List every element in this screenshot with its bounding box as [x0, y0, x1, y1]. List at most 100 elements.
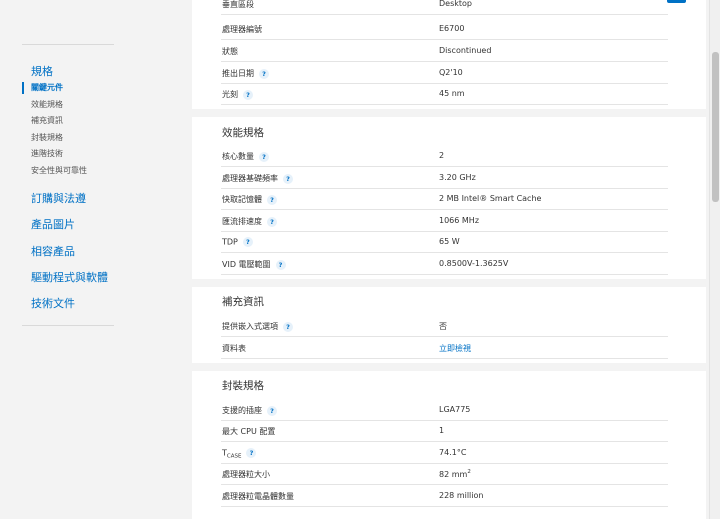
row-value: E6700 [439, 24, 465, 33]
row-value-text: 82 mm [439, 470, 468, 479]
row-label-text: 提供嵌入式選項 [222, 322, 278, 331]
row-label: 處理器基礎頻率? [222, 173, 293, 184]
row-value: 3.20 GHz [439, 173, 476, 182]
table-row: 最大 CPU 配置 1 [221, 420, 668, 442]
row-label: 處理器粒大小 [222, 470, 270, 479]
row-label: 提供嵌入式選項? [222, 321, 293, 332]
row-value: Discontinued [439, 46, 492, 55]
row-label: 光刻? [222, 89, 253, 100]
table-row: 處理器粒電晶體數量 228 million [221, 485, 668, 507]
row-label: VID 電壓範圍? [222, 259, 286, 270]
sidebar-item-key-components[interactable]: 關鍵元件 [22, 80, 87, 97]
spec-panel: 垂直區段 Desktop 處理器編號 E6700 狀態 Discontinued… [192, 0, 706, 519]
row-label: 資料表 [222, 344, 246, 353]
table-row: 核心數量? 2 [221, 145, 668, 167]
table-row: 狀態 Discontinued [221, 40, 668, 62]
row-label: 處理器粒電晶體數量 [222, 492, 294, 501]
sidebar-heading-specs[interactable]: 規格 [31, 63, 53, 79]
question-circle-icon[interactable]: ? [259, 151, 269, 162]
row-value: 228 million [439, 491, 484, 500]
top-action-button[interactable] [667, 0, 686, 3]
question-circle-icon[interactable]: ? [275, 259, 286, 270]
sidebar-link-compatible[interactable]: 相容產品 [31, 239, 108, 265]
table-row: 匯流排速度? 1066 MHz [221, 210, 668, 232]
row-label: TDP? [222, 237, 253, 247]
row-value: 否 [439, 322, 447, 331]
scrollbar-thumb[interactable] [712, 52, 719, 202]
section-title-supplemental: 補充資訊 [222, 296, 264, 308]
row-value: 0.8500V-1.3625V [439, 259, 509, 268]
row-value: LGA775 [439, 405, 471, 414]
table-row: 垂直區段 Desktop [221, 0, 668, 15]
row-label-text: TDP [222, 237, 238, 247]
question-circle-icon[interactable]: ? [283, 321, 293, 332]
sidebar-item-advanced-tech[interactable]: 進階技術 [22, 146, 87, 163]
row-label-text: 光刻 [222, 90, 238, 99]
row-label: 匯流排速度? [222, 216, 277, 227]
sidebar-links: 訂購與法遵 產品圖片 相容產品 驅動程式與軟體 技術文件 [31, 186, 108, 317]
sidebar-link-ordering[interactable]: 訂購與法遵 [31, 186, 108, 212]
sidebar-item-package[interactable]: 封裝規格 [22, 130, 87, 147]
row-label: TCASE? [222, 448, 257, 460]
row-label: 快取記憶體? [222, 194, 277, 205]
question-circle-icon[interactable]: ? [283, 173, 293, 184]
row-label: 推出日期? [222, 68, 269, 79]
row-value: 74.1°C [439, 448, 467, 457]
question-circle-icon[interactable]: ? [246, 448, 257, 458]
sidebar-item-security[interactable]: 安全性與可靠性 [22, 163, 87, 180]
table-row: TCASE? 74.1°C [221, 442, 668, 464]
section-title-package: 封裝規格 [222, 380, 264, 392]
row-value: 2 MB Intel® Smart Cache [439, 194, 542, 203]
table-row: 處理器基礎頻率? 3.20 GHz [221, 167, 668, 189]
row-label: 垂直區段 [222, 0, 254, 9]
sidebar-divider-bottom [22, 325, 114, 326]
table-row: 處理器粒大小 82 mm2 [221, 463, 668, 485]
spec-sidebar: 規格 關鍵元件 效能規格 補充資訊 封裝規格 進階技術 安全性與可靠性 訂購與法… [22, 0, 114, 519]
table-row: 提供嵌入式選項? 否 [221, 315, 668, 337]
table-row: 處理器編號 E6700 [221, 18, 668, 40]
row-label-text: 核心數量 [222, 152, 254, 161]
table-row: 資料表 立即檢視 [221, 337, 668, 359]
question-circle-icon[interactable]: ? [267, 194, 277, 205]
question-circle-icon[interactable]: ? [242, 237, 253, 247]
table-row: 支援的插座? LGA775 [221, 399, 668, 421]
row-value: Desktop [439, 0, 472, 8]
row-label-text: 推出日期 [222, 69, 254, 78]
sidebar-link-docs[interactable]: 技術文件 [31, 291, 108, 317]
row-value: 45 nm [439, 89, 465, 98]
table-row: TDP? 65 W [221, 231, 668, 253]
question-circle-icon[interactable]: ? [267, 405, 277, 416]
table-row: VID 電壓範圍? 0.8500V-1.3625V [221, 253, 668, 275]
row-label: 處理器編號 [222, 25, 262, 34]
row-value: 1066 MHz [439, 216, 480, 225]
question-circle-icon[interactable]: ? [243, 89, 253, 100]
row-label-text: 匯流排速度 [222, 217, 262, 226]
row-label-text: 快取記憶體 [222, 195, 262, 204]
row-label: 最大 CPU 配置 [222, 427, 276, 436]
sidebar-divider-top [22, 44, 114, 45]
table-row: 光刻? 45 nm [221, 83, 668, 105]
row-label-text: 支援的插座 [222, 406, 262, 415]
row-label-subscript: CASE [226, 453, 242, 460]
sidebar-item-supplemental[interactable]: 補充資訊 [22, 113, 87, 130]
sidebar-sublist: 關鍵元件 效能規格 補充資訊 封裝規格 進階技術 安全性與可靠性 [22, 80, 87, 179]
question-circle-icon[interactable]: ? [267, 216, 277, 227]
sidebar-item-performance[interactable]: 效能規格 [22, 97, 87, 114]
row-label: 狀態 [222, 47, 238, 56]
row-value: 1 [439, 426, 445, 435]
row-label-text: VID 電壓範圍 [222, 260, 271, 269]
table-row: 推出日期? Q2'10 [221, 62, 668, 84]
page-scrollbar[interactable] [709, 0, 720, 519]
row-value: 82 mm2 [439, 469, 471, 479]
section-separator [192, 363, 706, 371]
question-circle-icon[interactable]: ? [259, 68, 269, 79]
row-label-text: 處理器基礎頻率 [222, 174, 278, 183]
sidebar-link-images[interactable]: 產品圖片 [31, 212, 108, 238]
sidebar-link-drivers[interactable]: 驅動程式與軟體 [31, 265, 108, 291]
section-separator [192, 279, 706, 287]
row-label: 支援的插座? [222, 405, 277, 416]
section-separator [192, 109, 706, 117]
datasheet-view-link[interactable]: 立即檢視 [439, 343, 471, 354]
row-value-superscript: 2 [467, 469, 471, 475]
row-value: Q2'10 [439, 68, 463, 77]
